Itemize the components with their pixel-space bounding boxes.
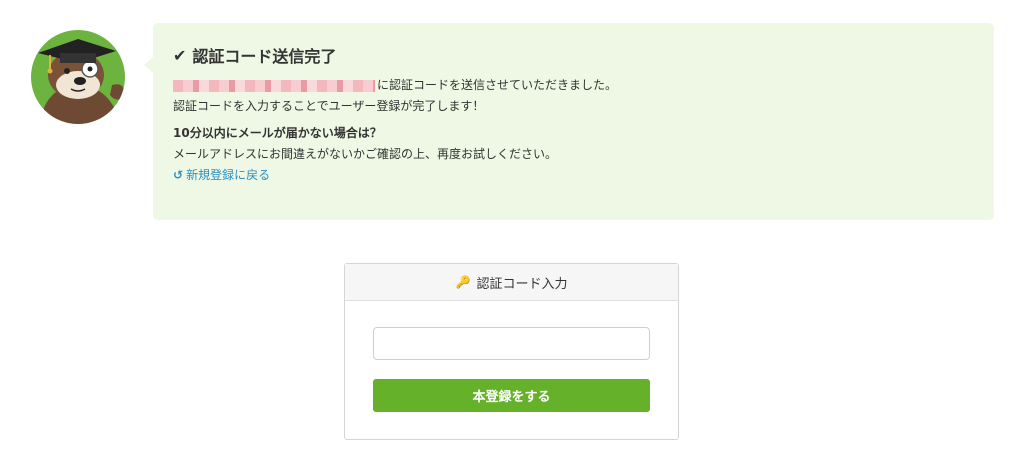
back-to-register-link[interactable]: ↺ 新規登録に戻る xyxy=(173,165,974,186)
sent-notice-text: に認証コードを送信させていただきました。 xyxy=(377,78,618,92)
sent-notice: に認証コードを送信させていただきました。 xyxy=(173,75,974,96)
key-icon: 🔑 xyxy=(455,275,471,289)
undo-icon: ↺ xyxy=(173,168,184,182)
redacted-email xyxy=(173,79,375,92)
help-text: メールアドレスにお間違えがないかご確認の上、再度お試しください。 xyxy=(173,147,558,161)
bubble-tail xyxy=(144,57,153,73)
panel-header: 🔑 認証コード入力 xyxy=(345,264,678,301)
mascot-avatar xyxy=(30,25,126,125)
panel-header-label: 認証コード入力 xyxy=(476,276,568,292)
register-submit-button[interactable]: 本登録をする xyxy=(373,379,650,412)
instruction-text: 認証コードを入力することでユーザー登録が完了します！ xyxy=(173,99,485,113)
verification-code-input[interactable] xyxy=(373,327,650,360)
help-heading: 10分以内にメールが届かない場合は？ xyxy=(173,126,382,140)
verification-panel: 🔑 認証コード入力 本登録をする xyxy=(344,263,679,440)
message-title: ✔ 認証コード送信完了 xyxy=(173,43,974,67)
message-title-text: 認証コード送信完了 xyxy=(192,47,337,66)
confirmation-message: ✔ 認証コード送信完了 に認証コードを送信させていただきました。 認証コードを入… xyxy=(144,23,994,220)
back-link-label: 新規登録に戻る xyxy=(186,168,271,182)
check-icon: ✔ xyxy=(173,45,187,65)
